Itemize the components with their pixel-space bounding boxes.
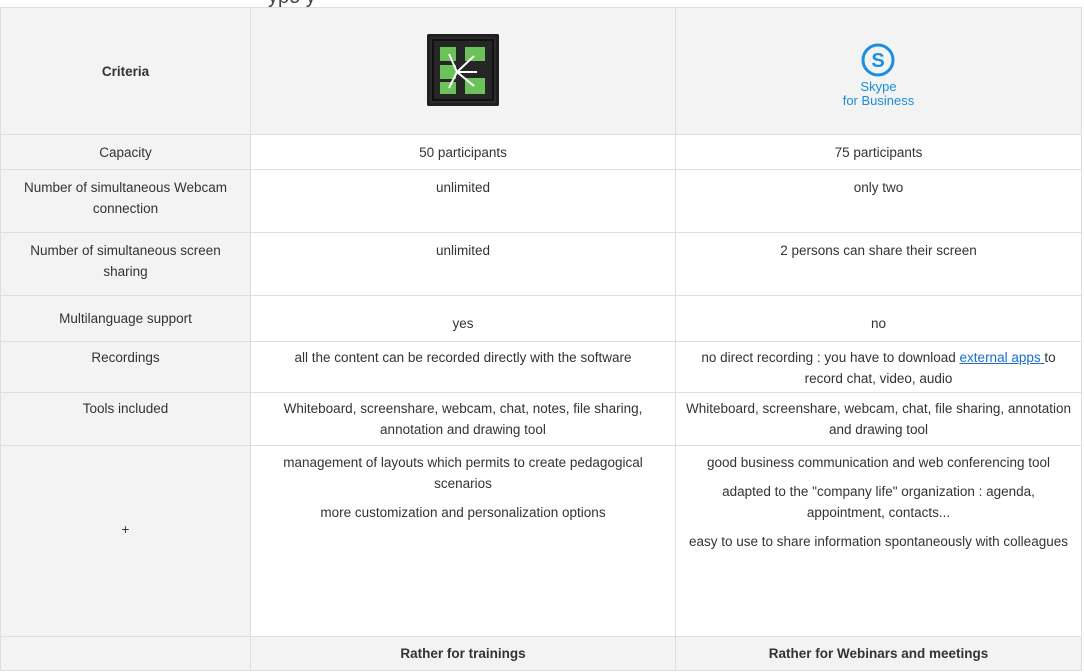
table-row-verdict: Rather for trainings Rather for Webinars… — [0, 636, 1082, 671]
table-row: Capacity 50 participants 75 participants — [0, 134, 1082, 170]
table-header-row: Criteria S Skype for Business — [0, 7, 1082, 135]
row-label: Tools included — [0, 392, 251, 446]
comparison-table: Criteria S Skype for Business Capacity 5… — [0, 7, 1082, 671]
skype-value: no — [675, 295, 1082, 342]
row-label: + — [0, 445, 251, 637]
row-label: Number of simultaneous Webcam connection — [0, 169, 251, 233]
svg-text:S: S — [872, 50, 885, 72]
advantage-item: adapted to the "company life" organizati… — [722, 484, 1035, 520]
skype-value: Whiteboard, screenshare, webcam, chat, f… — [675, 392, 1082, 446]
table-row: Number of simultaneous Webcam connection… — [0, 169, 1082, 233]
row-label: Capacity — [0, 134, 251, 170]
row-label: Recordings — [0, 341, 251, 393]
skype-value: no direct recording : you have to downlo… — [675, 341, 1082, 393]
adobe-value: unlimited — [250, 232, 676, 296]
adobe-verdict: Rather for trainings — [250, 636, 676, 671]
adobe-advantages: management of layouts which permits to c… — [250, 445, 676, 637]
adobe-connect-header — [250, 7, 676, 135]
skype-value: 2 persons can share their screen — [675, 232, 1082, 296]
advantage-item: management of layouts which permits to c… — [283, 455, 643, 491]
row-label: Number of simultaneous screen sharing — [0, 232, 251, 296]
skype-value: 75 participants — [675, 134, 1082, 170]
skype-verdict: Rather for Webinars and meetings — [675, 636, 1082, 671]
skype-value: only two — [675, 169, 1082, 233]
skype-logo-icon: S Skype for Business — [842, 42, 915, 108]
skype-header: S Skype for Business — [675, 7, 1082, 135]
row-label — [0, 636, 251, 671]
advantage-item: more customization and personalization o… — [320, 505, 606, 520]
adobe-value: all the content can be recorded directly… — [250, 341, 676, 393]
adobe-value: Whiteboard, screenshare, webcam, chat, n… — [250, 392, 676, 446]
skype-advantages: good business communication and web conf… — [675, 445, 1082, 637]
table-row: Multilanguage support yes no — [0, 295, 1082, 342]
adobe-value: yes — [250, 295, 676, 342]
table-row: Number of simultaneous screen sharing un… — [0, 232, 1082, 296]
recording-text-before: no direct recording : you have to downlo… — [701, 350, 960, 365]
row-label: Multilanguage support — [0, 295, 251, 342]
external-apps-link[interactable]: external apps — [960, 350, 1045, 365]
adobe-value: unlimited — [250, 169, 676, 233]
table-row: Tools included Whiteboard, screenshare, … — [0, 392, 1082, 446]
adobe-connect-logo-icon — [427, 34, 499, 106]
table-row: + management of layouts which permits to… — [0, 445, 1082, 637]
adobe-value: 50 participants — [250, 134, 676, 170]
skype-name-line2: for Business — [842, 92, 915, 108]
criteria-header: Criteria — [0, 7, 251, 135]
table-row: Recordings all the content can be record… — [0, 341, 1082, 393]
skype-name-line1: Skype — [860, 78, 897, 94]
advantage-item: easy to use to share information spontan… — [689, 534, 1068, 549]
advantage-item: good business communication and web conf… — [707, 455, 1050, 470]
